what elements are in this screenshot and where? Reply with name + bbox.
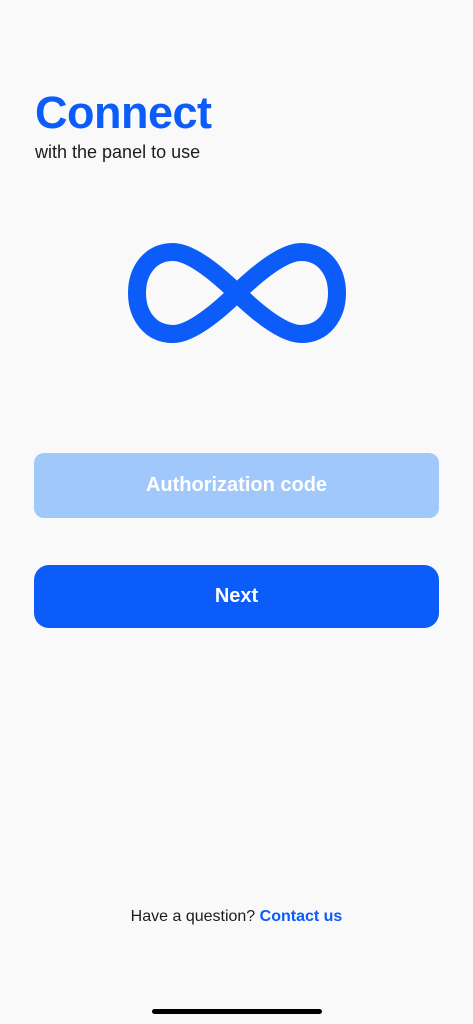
help-footer: Have a question? Contact us [0,906,473,928]
page-title: Connect [35,87,212,138]
next-button[interactable]: Next [34,565,439,628]
home-indicator[interactable] [152,1009,322,1014]
help-question-text: Have a question? [130,908,256,925]
authorization-code-input[interactable] [34,453,439,518]
contact-us-link[interactable]: Contact us [260,908,343,925]
page-subtitle: with the panel to use [35,142,201,162]
infinity-icon [128,243,346,343]
connect-screen: Connect with the panel to use Next Have … [0,0,473,1024]
